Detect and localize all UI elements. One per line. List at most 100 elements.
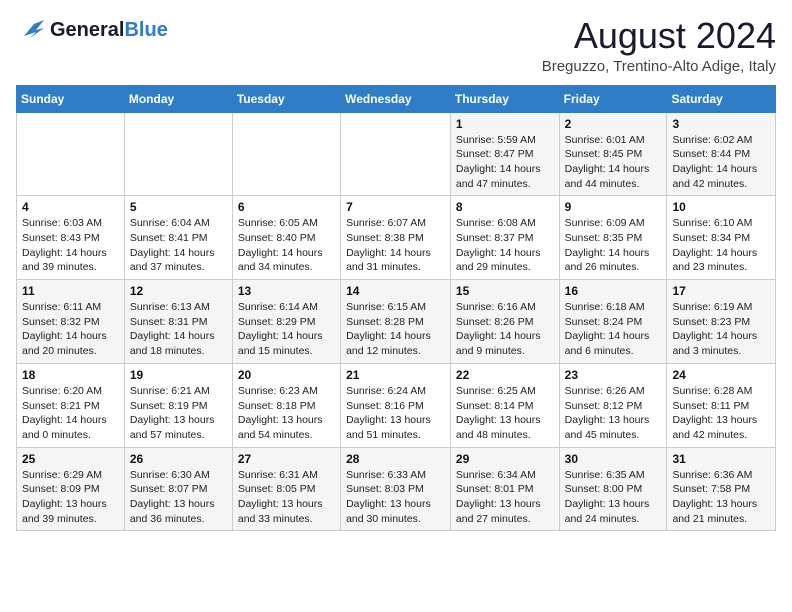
- calendar-cell-w3-d5: 15Sunrise: 6:16 AM Sunset: 8:26 PM Dayli…: [450, 280, 559, 364]
- day-number: 15: [456, 284, 554, 298]
- day-number: 5: [130, 200, 227, 214]
- day-number: 13: [238, 284, 335, 298]
- calendar-cell-w4-d6: 23 Sunrise: 6:26 AM Sunset: 8:12 PM Dayli…: [559, 363, 667, 447]
- header-thursday: Thursday: [450, 85, 559, 112]
- day-info: Sunrise: 6:19 AM Sunset: 8:23 PM Dayligh…: [672, 300, 770, 359]
- day-number: 29: [456, 452, 554, 466]
- week-row-2: 4 Sunrise: 6:03 AM Sunset: 8:43 PM Daylig…: [17, 196, 776, 280]
- day-number: 7: [346, 200, 445, 214]
- logo: GeneralBlue: [16, 16, 168, 44]
- day-info: Sunrise: 6:18 AM Sunset: 8:24 PM Dayligh…: [565, 300, 662, 359]
- day-info: Sunrise: 6:08 AM Sunset: 8:37 PM Dayligh…: [456, 216, 554, 275]
- calendar-cell-w4-d7: 24 Sunrise: 6:28 AM Sunset: 8:11 PM Dayli…: [667, 363, 776, 447]
- day-info: Sunrise: 6:02 AM Sunset: 8:44 PM Dayligh…: [672, 133, 770, 192]
- day-info: Sunrise: 6:34 AM Sunset: 8:01 PM Dayligh…: [456, 468, 554, 527]
- day-number: 22: [456, 368, 554, 382]
- day-number: 26: [130, 452, 227, 466]
- day-info: Sunrise: 6:28 AM Sunset: 8:11 PM Dayligh…: [672, 384, 770, 443]
- day-number: 12: [130, 284, 227, 298]
- calendar-cell-w1-d7: 3 Sunrise: 6:02 AM Sunset: 8:44 PM Daylig…: [667, 112, 776, 196]
- day-number: 30: [565, 452, 662, 466]
- calendar-cell-w2-d1: 4 Sunrise: 6:03 AM Sunset: 8:43 PM Daylig…: [17, 196, 125, 280]
- day-number: 2: [565, 117, 662, 131]
- day-number: 24: [672, 368, 770, 382]
- calendar-cell-w2-d6: 9 Sunrise: 6:09 AM Sunset: 8:35 PM Daylig…: [559, 196, 667, 280]
- day-info: Sunrise: 6:14 AM Sunset: 8:29 PM Dayligh…: [238, 300, 335, 359]
- day-info: Sunrise: 6:36 AM Sunset: 7:58 PM Dayligh…: [672, 468, 770, 527]
- day-number: 28: [346, 452, 445, 466]
- location: Breguzzo, Trentino-Alto Adige, Italy: [542, 58, 776, 75]
- calendar-cell-w1-d3: [232, 112, 340, 196]
- calendar-cell-w4-d4: 21Sunrise: 6:24 AM Sunset: 8:16 PM Dayli…: [341, 363, 451, 447]
- header-friday: Friday: [559, 85, 667, 112]
- header-monday: Monday: [124, 85, 232, 112]
- day-number: 10: [672, 200, 770, 214]
- day-info: Sunrise: 6:01 AM Sunset: 8:45 PM Dayligh…: [565, 133, 662, 192]
- header-saturday: Saturday: [667, 85, 776, 112]
- week-row-5: 25Sunrise: 6:29 AM Sunset: 8:09 PM Dayli…: [17, 447, 776, 531]
- day-info: Sunrise: 6:20 AM Sunset: 8:21 PM Dayligh…: [22, 384, 119, 443]
- calendar-cell-w5-d1: 25Sunrise: 6:29 AM Sunset: 8:09 PM Dayli…: [17, 447, 125, 531]
- day-info: Sunrise: 6:07 AM Sunset: 8:38 PM Dayligh…: [346, 216, 445, 275]
- day-number: 9: [565, 200, 662, 214]
- calendar-cell-w3-d1: 11Sunrise: 6:11 AM Sunset: 8:32 PM Dayli…: [17, 280, 125, 364]
- day-number: 23: [565, 368, 662, 382]
- day-info: Sunrise: 6:04 AM Sunset: 8:41 PM Dayligh…: [130, 216, 227, 275]
- day-number: 27: [238, 452, 335, 466]
- calendar-cell-w3-d3: 13 Sunrise: 6:14 AM Sunset: 8:29 PM Dayli…: [232, 280, 340, 364]
- calendar-cell-w4-d2: 19Sunrise: 6:21 AM Sunset: 8:19 PM Dayli…: [124, 363, 232, 447]
- day-info: Sunrise: 6:15 AM Sunset: 8:28 PM Dayligh…: [346, 300, 445, 359]
- calendar-cell-w1-d2: [124, 112, 232, 196]
- day-info: Sunrise: 6:11 AM Sunset: 8:32 PM Dayligh…: [22, 300, 119, 359]
- week-row-3: 11Sunrise: 6:11 AM Sunset: 8:32 PM Dayli…: [17, 280, 776, 364]
- calendar-cell-w1-d6: 2 Sunrise: 6:01 AM Sunset: 8:45 PM Daylig…: [559, 112, 667, 196]
- header-tuesday: Tuesday: [232, 85, 340, 112]
- calendar-cell-w4-d5: 22 Sunrise: 6:25 AM Sunset: 8:14 PM Dayli…: [450, 363, 559, 447]
- day-number: 14: [346, 284, 445, 298]
- calendar-cell-w2-d3: 6 Sunrise: 6:05 AM Sunset: 8:40 PM Daylig…: [232, 196, 340, 280]
- calendar-cell-w4-d1: 18 Sunrise: 6:20 AM Sunset: 8:21 PM Dayli…: [17, 363, 125, 447]
- day-info: Sunrise: 6:25 AM Sunset: 8:14 PM Dayligh…: [456, 384, 554, 443]
- page-header: GeneralBlue August 2024 Breguzzo, Trenti…: [16, 16, 776, 75]
- calendar-cell-w3-d4: 14 Sunrise: 6:15 AM Sunset: 8:28 PM Dayli…: [341, 280, 451, 364]
- calendar-cell-w2-d5: 8 Sunrise: 6:08 AM Sunset: 8:37 PM Daylig…: [450, 196, 559, 280]
- day-number: 21: [346, 368, 445, 382]
- day-info: Sunrise: 6:03 AM Sunset: 8:43 PM Dayligh…: [22, 216, 119, 275]
- day-info: Sunrise: 6:23 AM Sunset: 8:18 PM Dayligh…: [238, 384, 335, 443]
- weekday-header-row: Sunday Monday Tuesday Wednesday Thursday…: [17, 85, 776, 112]
- calendar-cell-w2-d4: 7 Sunrise: 6:07 AM Sunset: 8:38 PM Daylig…: [341, 196, 451, 280]
- day-info: Sunrise: 6:05 AM Sunset: 8:40 PM Dayligh…: [238, 216, 335, 275]
- calendar-cell-w3-d7: 17 Sunrise: 6:19 AM Sunset: 8:23 PM Dayli…: [667, 280, 776, 364]
- calendar-cell-w5-d4: 28Sunrise: 6:33 AM Sunset: 8:03 PM Dayli…: [341, 447, 451, 531]
- day-number: 19: [130, 368, 227, 382]
- day-number: 25: [22, 452, 119, 466]
- day-info: Sunrise: 5:59 AM Sunset: 8:47 PM Dayligh…: [456, 133, 554, 192]
- day-info: Sunrise: 6:35 AM Sunset: 8:00 PM Dayligh…: [565, 468, 662, 527]
- day-number: 16: [565, 284, 662, 298]
- calendar-cell-w3-d2: 12 Sunrise: 6:13 AM Sunset: 8:31 PM Dayli…: [124, 280, 232, 364]
- title-section: August 2024 Breguzzo, Trentino-Alto Adig…: [542, 16, 776, 75]
- day-number: 1: [456, 117, 554, 131]
- day-info: Sunrise: 6:30 AM Sunset: 8:07 PM Dayligh…: [130, 468, 227, 527]
- week-row-1: 1 Sunrise: 5:59 AM Sunset: 8:47 PM Daylig…: [17, 112, 776, 196]
- calendar-cell-w2-d2: 5 Sunrise: 6:04 AM Sunset: 8:41 PM Daylig…: [124, 196, 232, 280]
- day-number: 3: [672, 117, 770, 131]
- day-info: Sunrise: 6:10 AM Sunset: 8:34 PM Dayligh…: [672, 216, 770, 275]
- calendar-cell-w5-d3: 27Sunrise: 6:31 AM Sunset: 8:05 PM Dayli…: [232, 447, 340, 531]
- day-info: Sunrise: 6:26 AM Sunset: 8:12 PM Dayligh…: [565, 384, 662, 443]
- day-number: 31: [672, 452, 770, 466]
- week-row-4: 18 Sunrise: 6:20 AM Sunset: 8:21 PM Dayli…: [17, 363, 776, 447]
- calendar-cell-w5-d5: 29 Sunrise: 6:34 AM Sunset: 8:01 PM Dayli…: [450, 447, 559, 531]
- day-number: 17: [672, 284, 770, 298]
- day-number: 8: [456, 200, 554, 214]
- day-info: Sunrise: 6:13 AM Sunset: 8:31 PM Dayligh…: [130, 300, 227, 359]
- calendar-cell-w5-d2: 26 Sunrise: 6:30 AM Sunset: 8:07 PM Dayli…: [124, 447, 232, 531]
- day-number: 20: [238, 368, 335, 382]
- calendar-cell-w4-d3: 20 Sunrise: 6:23 AM Sunset: 8:18 PM Dayli…: [232, 363, 340, 447]
- day-number: 4: [22, 200, 119, 214]
- day-number: 6: [238, 200, 335, 214]
- calendar-cell-w1-d1: [17, 112, 125, 196]
- logo-general: General: [50, 19, 124, 41]
- day-number: 18: [22, 368, 119, 382]
- day-info: Sunrise: 6:09 AM Sunset: 8:35 PM Dayligh…: [565, 216, 662, 275]
